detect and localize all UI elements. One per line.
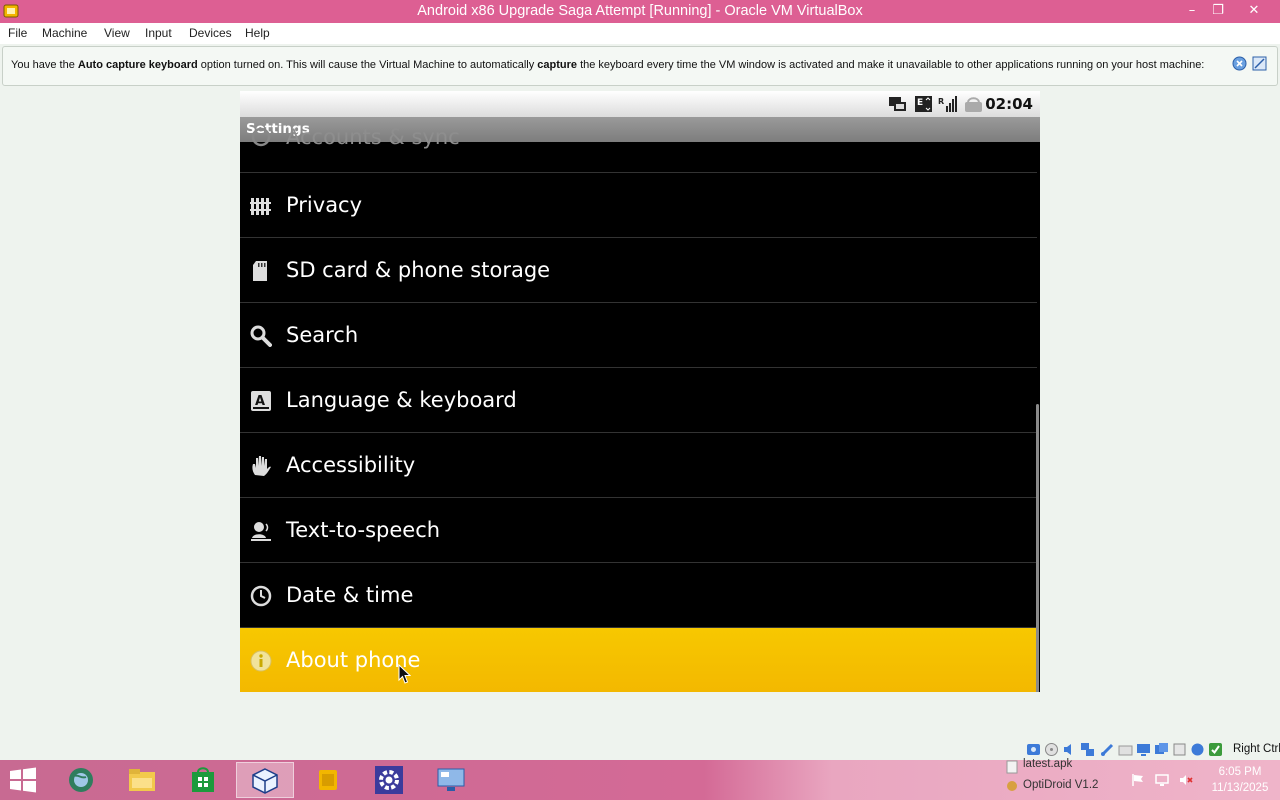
mouse-integration-icon[interactable] <box>1190 742 1205 757</box>
mouse-cursor-icon <box>398 664 411 684</box>
speech-icon <box>251 522 271 541</box>
settings-scrollbar[interactable] <box>1036 404 1039 692</box>
taskbar-android[interactable] <box>300 762 358 798</box>
hard-disk-icon[interactable] <box>1026 742 1041 757</box>
menu-help[interactable]: Help <box>245 26 270 40</box>
taskbar-date: 11/13/2025 <box>1211 782 1269 794</box>
dont-show-again-icon[interactable] <box>1252 56 1267 71</box>
close-notification-icon[interactable] <box>1232 56 1247 71</box>
notification-text: You have the Auto capture keyboard optio… <box>11 59 1205 71</box>
network-icon <box>889 97 906 111</box>
video-capture-icon[interactable] <box>1154 742 1169 757</box>
hand-icon <box>252 456 271 476</box>
monitor-icon <box>437 768 465 791</box>
store-icon <box>192 767 214 792</box>
info-icon <box>250 650 272 672</box>
settings-item-privacy[interactable]: Privacy <box>240 173 1037 238</box>
gear-icon <box>375 766 403 794</box>
menu-file[interactable]: File <box>8 26 27 40</box>
optical-drive-icon[interactable] <box>1044 742 1059 757</box>
audio-icon[interactable] <box>1062 742 1077 757</box>
folder-icon <box>129 769 155 791</box>
settings-item-accessibility[interactable]: Accessibility <box>240 433 1037 498</box>
settings-item-sd-card-storage[interactable]: SD card & phone storage <box>240 238 1037 303</box>
language-icon: A <box>251 391 271 411</box>
settings-item-about-phone[interactable]: About phone <box>240 628 1037 692</box>
svg-text:R: R <box>938 97 944 106</box>
restore-button[interactable]: ❐ <box>1204 0 1232 23</box>
network-tray-icon[interactable] <box>1155 773 1169 787</box>
svg-text:A: A <box>255 394 265 409</box>
settings-item-accounts-sync[interactable]: Accounts & sync <box>240 125 1037 173</box>
taskbar-time: 6:05 PM <box>1218 766 1262 778</box>
settings-item-date-time[interactable]: Date & time <box>240 563 1037 628</box>
auto-capture-notification: You have the Auto capture keyboard optio… <box>2 46 1278 86</box>
network-adapter-icon[interactable] <box>1080 742 1095 757</box>
settings-item-label: Accounts & sync <box>286 125 460 149</box>
tray-optidroid[interactable]: OptiDroid V1.2 <box>1023 779 1098 791</box>
minimize-button[interactable]: – <box>1178 0 1206 23</box>
windows-start-icon[interactable] <box>8 766 38 794</box>
menu-devices[interactable]: Devices <box>189 26 232 40</box>
android-clock: 02:04 <box>985 95 1033 113</box>
settings-item-label: Date & time <box>286 583 414 607</box>
menubar: File Machine View Input Devices Help <box>0 23 1280 44</box>
taskbar-remote-desktop[interactable] <box>423 762 481 798</box>
taskbar-virtualbox[interactable] <box>236 762 294 798</box>
globe-icon <box>69 768 93 792</box>
privacy-icon <box>250 198 271 215</box>
android-status-bar: E R 02:04 <box>240 91 1040 117</box>
android-icon <box>319 770 337 790</box>
menu-view[interactable]: View <box>104 26 130 40</box>
settings-list[interactable]: Accounts & sync Privacy SD card & phone … <box>240 125 1040 692</box>
settings-item-label: Text-to-speech <box>286 518 441 542</box>
window-title: Android x86 Upgrade Saga Attempt [Runnin… <box>417 3 863 19</box>
file-icon <box>1006 760 1018 774</box>
svg-text:E: E <box>917 98 923 108</box>
taskbar-file-explorer[interactable] <box>114 762 172 798</box>
host-key-capture-icon[interactable] <box>1208 742 1223 757</box>
search-icon <box>250 325 272 347</box>
tray-latest-apk[interactable]: latest.apk <box>1023 758 1072 770</box>
settings-item-search[interactable]: Search <box>240 303 1037 368</box>
settings-item-label: SD card & phone storage <box>286 258 551 282</box>
virtualbox-icon <box>252 768 278 794</box>
settings-item-label: Language & keyboard <box>286 388 517 412</box>
cpu-icon[interactable] <box>1172 742 1187 757</box>
settings-item-label: Privacy <box>286 193 363 217</box>
shared-folders-icon[interactable] <box>1118 742 1133 757</box>
settings-item-text-to-speech[interactable]: Text-to-speech <box>240 498 1037 563</box>
taskbar-clock[interactable]: 6:05 PM 11/13/2025 <box>1206 764 1274 796</box>
signal-roaming-icon: R <box>938 96 957 112</box>
flag-icon[interactable] <box>1131 773 1145 787</box>
settings-item-label: Search <box>286 323 359 347</box>
taskbar-settings[interactable] <box>361 762 419 798</box>
taskbar-store[interactable] <box>175 762 233 798</box>
window-titlebar[interactable]: Android x86 Upgrade Saga Attempt [Runnin… <box>0 0 1280 23</box>
settings-item-language-keyboard[interactable]: A Language & keyboard <box>240 368 1037 433</box>
display-icon[interactable] <box>1136 742 1151 757</box>
menu-input[interactable]: Input <box>145 26 172 40</box>
host-key-label: Right Ctrl <box>1233 743 1280 755</box>
data-e-icon: E <box>915 96 932 112</box>
menu-machine[interactable]: Machine <box>42 26 87 40</box>
volume-muted-icon[interactable] <box>1179 773 1193 787</box>
usb-icon[interactable] <box>1100 742 1115 757</box>
android-vm-screen[interactable]: E R 02:04 Settings Accounts & sync Priva… <box>240 91 1040 692</box>
clock-icon <box>250 585 272 607</box>
optidroid-icon <box>1007 781 1017 791</box>
settings-item-label: Accessibility <box>286 453 416 477</box>
battery-charging-icon <box>965 97 982 112</box>
sync-icon <box>251 127 271 147</box>
sd-card-icon <box>253 261 267 281</box>
close-button[interactable]: ✕ <box>1240 0 1268 23</box>
taskbar-browser[interactable] <box>53 762 111 798</box>
